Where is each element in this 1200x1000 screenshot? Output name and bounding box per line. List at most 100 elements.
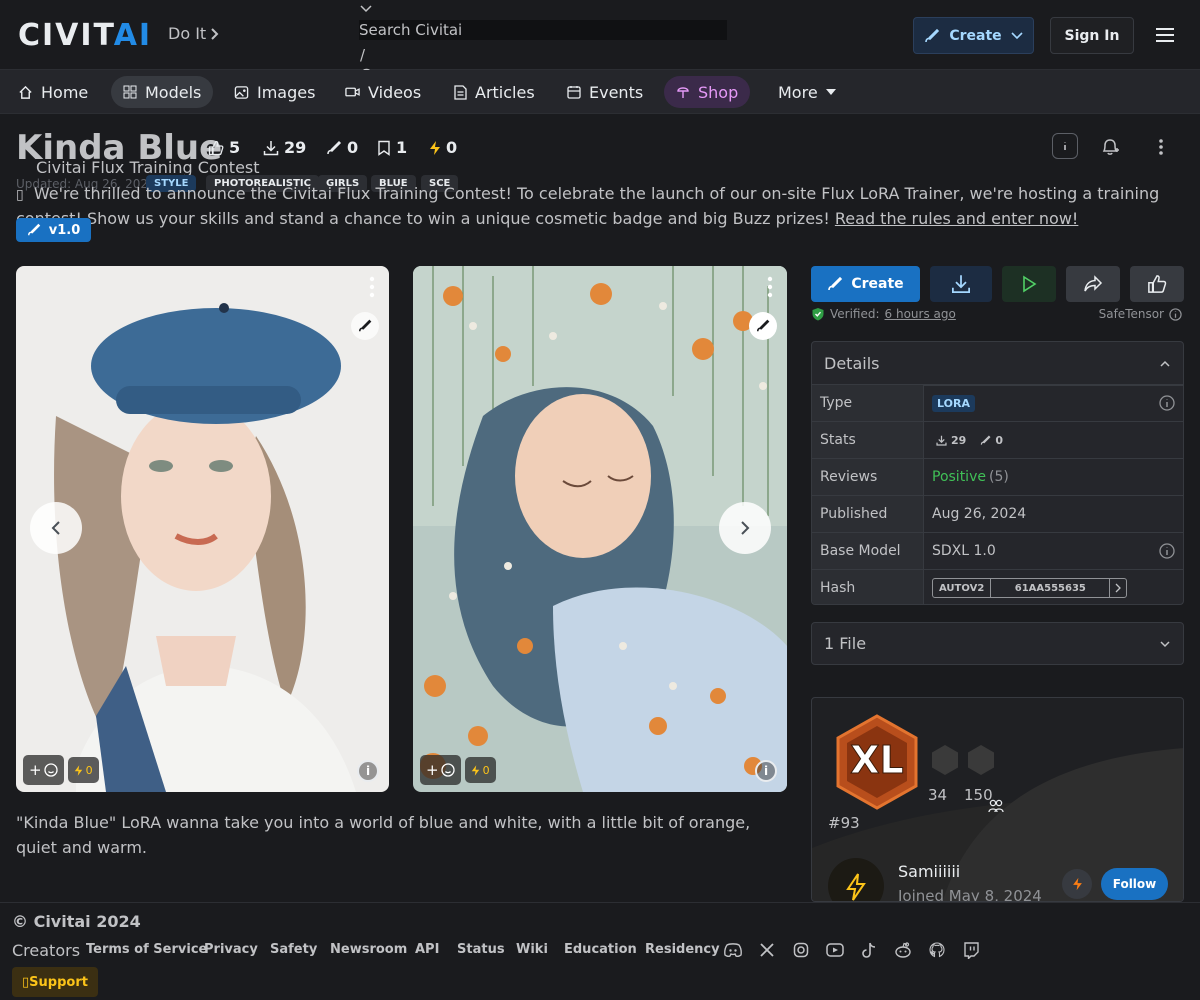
reviews-sentiment[interactable]: Positive: [932, 469, 986, 485]
add-reaction-button[interactable]: +: [23, 755, 64, 785]
footer-link-education[interactable]: Education: [564, 942, 637, 957]
type-badge: LORA: [932, 394, 975, 412]
footer-link-status[interactable]: Status: [457, 942, 505, 957]
chevron-right-icon: [740, 520, 750, 536]
nav-label: Models: [145, 82, 202, 102]
version-button[interactable]: v1.0: [16, 218, 91, 242]
chevron-up-icon: [1159, 360, 1171, 368]
nav-label: Events: [589, 82, 644, 102]
bell-plus-icon[interactable]: [1100, 137, 1120, 157]
follow-button[interactable]: Follow: [1101, 868, 1168, 900]
hash-type[interactable]: AUTOV2: [933, 579, 992, 597]
footer-link-residency[interactable]: Residency: [645, 942, 720, 957]
tip-creator-button[interactable]: [1062, 869, 1092, 899]
creator-name[interactable]: Samiiiiii: [898, 862, 960, 881]
details-header[interactable]: Details: [812, 342, 1183, 386]
top-header: CIVITAI Do It / Create Sign In: [0, 0, 1200, 84]
reddit-icon[interactable]: [893, 940, 913, 960]
users-icon: [988, 799, 1004, 813]
youtube-icon[interactable]: [825, 940, 845, 960]
search-input[interactable]: [359, 21, 727, 39]
verified-label: Verified:: [830, 307, 880, 321]
nav-events[interactable]: Events: [555, 76, 655, 108]
gallery-image-1[interactable]: + 0 i: [16, 266, 389, 792]
creator-joined: Joined May 8, 2024: [898, 887, 1042, 902]
footer-link-api[interactable]: API: [415, 942, 439, 957]
footer-link-terms[interactable]: Terms of Service: [86, 942, 207, 957]
x-twitter-icon[interactable]: [757, 940, 777, 960]
info-icon[interactable]: [1159, 543, 1175, 559]
civitai-logo[interactable]: CIVITAI: [18, 18, 152, 53]
home-icon: [18, 85, 33, 100]
remix-button[interactable]: [351, 312, 379, 340]
creator-stat-a: 34: [928, 786, 948, 804]
twitch-icon[interactable]: [961, 940, 981, 960]
gallery-image-2[interactable]: + 0 i: [413, 266, 787, 792]
remix-button[interactable]: [749, 312, 777, 340]
create-with-model-button[interactable]: Create: [811, 266, 920, 302]
download-button[interactable]: [930, 266, 992, 302]
hash-selector[interactable]: AUTOV2 61AA555635: [932, 578, 1128, 598]
like-button[interactable]: [1130, 266, 1184, 302]
support-button[interactable]: ▯ Support: [12, 967, 98, 997]
stats-downloads: 29: [951, 433, 967, 447]
prev-image-button[interactable]: [30, 502, 82, 554]
sign-in-button[interactable]: Sign In: [1050, 17, 1134, 54]
verified-time[interactable]: 6 hours ago: [885, 307, 956, 321]
share-button[interactable]: [1066, 266, 1120, 302]
nav-images[interactable]: Images: [222, 76, 327, 108]
tip-buzz-button[interactable]: 0: [67, 757, 99, 783]
details-row-hash: Hash AUTOV2 61AA555635: [812, 569, 1183, 604]
footer-link-newsroom[interactable]: Newsroom: [330, 942, 407, 957]
files-accordion[interactable]: 1 File: [811, 622, 1184, 665]
tip-buzz-button[interactable]: 0: [464, 757, 496, 783]
instagram-icon[interactable]: [791, 940, 811, 960]
tiktok-icon[interactable]: [859, 940, 879, 960]
bolt-icon: [429, 140, 441, 156]
footer-link-creators[interactable]: Creators: [12, 941, 80, 960]
brush-icon: [923, 27, 941, 45]
next-image-button[interactable]: [719, 502, 771, 554]
info-icon[interactable]: [1169, 307, 1182, 321]
chevron-down-icon[interactable]: [359, 4, 373, 14]
chevron-right-icon[interactable]: [1109, 579, 1126, 597]
nav-models[interactable]: Models: [111, 76, 214, 108]
contest-rules-link[interactable]: Read the rules and enter now!: [835, 209, 1078, 228]
level-badge: XL: [834, 714, 920, 810]
footer-link-privacy[interactable]: Privacy: [204, 942, 258, 957]
hash-value[interactable]: 61AA555635: [991, 579, 1109, 597]
more-vertical-icon[interactable]: [369, 276, 375, 298]
search-field[interactable]: [359, 20, 727, 40]
more-vertical-icon[interactable]: [1151, 137, 1171, 157]
badge-slot-icon: [968, 745, 994, 775]
details-row-reviews: Reviews Positive (5): [812, 458, 1183, 495]
add-reaction-button[interactable]: +: [420, 755, 461, 785]
main-nav: Home Models Images Videos Articles Event…: [0, 70, 1200, 114]
info-icon[interactable]: [1159, 395, 1175, 411]
buzz-stat: 0: [429, 138, 457, 157]
nav-more[interactable]: More: [766, 76, 848, 108]
alert-icon: ▯: [16, 187, 24, 203]
shop-icon: [676, 85, 690, 100]
lightning-avatar-icon: [846, 873, 866, 901]
menu-icon[interactable]: [1155, 26, 1175, 44]
nav-videos[interactable]: Videos: [333, 76, 433, 108]
nav-shop[interactable]: Shop: [664, 76, 751, 108]
footer-link-safety[interactable]: Safety: [270, 942, 317, 957]
creator-card: XL 34 150 #93 Samiiiiii Joined May 8, 20…: [811, 697, 1184, 902]
play-button[interactable]: [1002, 266, 1056, 302]
grid-icon: [123, 85, 137, 99]
create-button[interactable]: Create: [913, 17, 1034, 54]
nav-label: Home: [41, 82, 89, 102]
more-vertical-icon[interactable]: [767, 276, 773, 298]
image-info-icon[interactable]: i: [357, 760, 379, 782]
footer-link-wiki[interactable]: Wiki: [516, 942, 548, 957]
discord-icon[interactable]: [723, 940, 743, 960]
info-button[interactable]: [1052, 133, 1078, 159]
nav-articles[interactable]: Articles: [442, 76, 547, 108]
github-icon[interactable]: [927, 940, 947, 960]
do-it-link[interactable]: Do It: [168, 24, 220, 43]
image-info-icon[interactable]: i: [755, 760, 777, 782]
nav-home[interactable]: Home: [6, 76, 100, 108]
support-icon: ▯: [22, 974, 30, 990]
